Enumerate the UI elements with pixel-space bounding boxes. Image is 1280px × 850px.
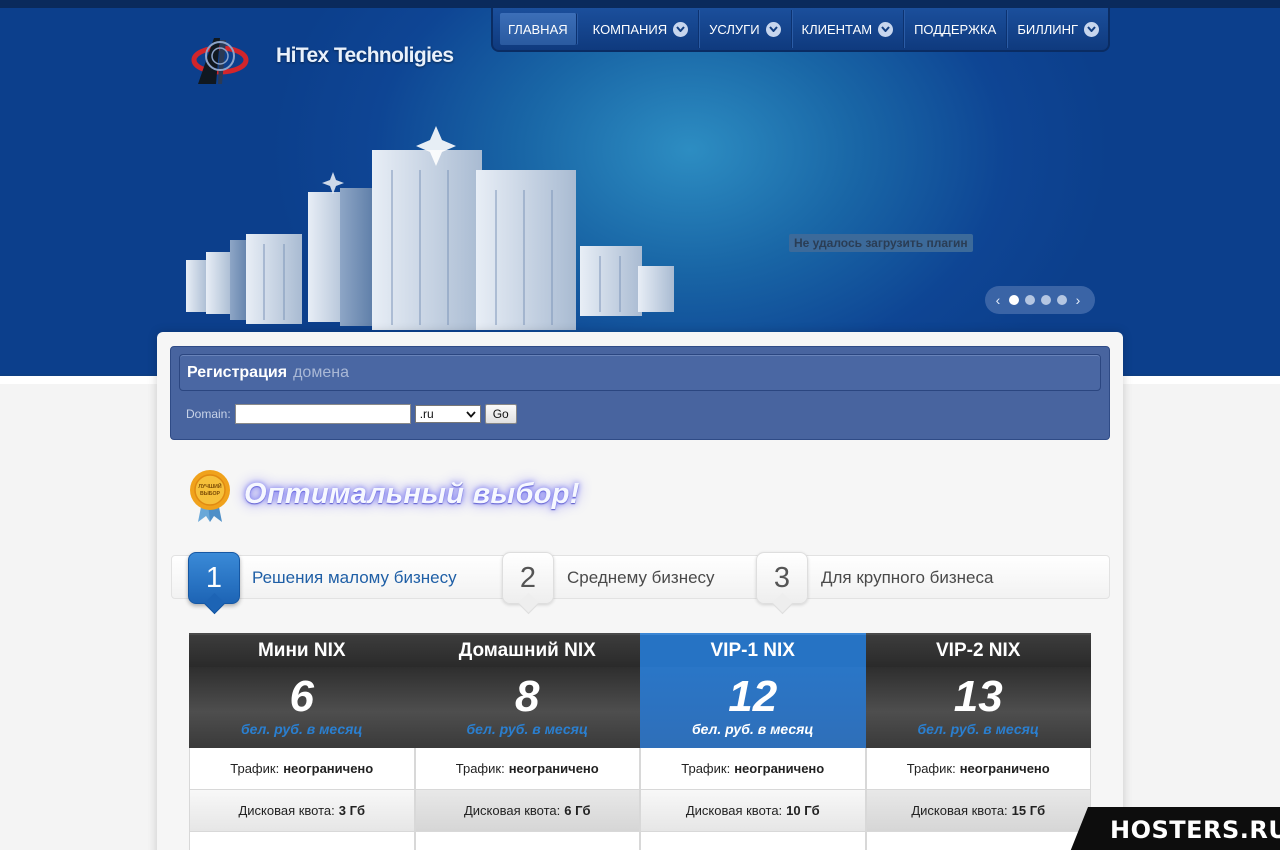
nav-item-billing[interactable]: БИЛЛИНГ — [1007, 10, 1109, 48]
price-unit: бел. руб. в месяц — [241, 721, 363, 737]
price-value: 8 — [515, 672, 540, 721]
feature-cell: Трафик: неограничено — [640, 748, 866, 790]
domain-registration-box: Регистрация домена Domain: .ru Go — [170, 346, 1110, 440]
domain-form: Domain: .ru Go — [186, 404, 517, 424]
chevron-down-icon — [466, 410, 476, 418]
chevron-down-icon — [673, 21, 689, 37]
domain-input[interactable] — [234, 404, 411, 424]
tab-label: Решения малому бизнесу — [252, 568, 457, 587]
slider-dot[interactable] — [1009, 295, 1019, 305]
feature-cell: Дисковая квота: 10 Гб — [640, 790, 866, 832]
price-unit: бел. руб. в месяц — [917, 721, 1039, 737]
slider-next-button[interactable]: › — [1073, 292, 1083, 308]
nav-label: УСЛУГИ — [709, 21, 760, 37]
tab-medium-business[interactable]: 2 Среднему бизнесу — [500, 552, 750, 604]
top-line — [0, 0, 1280, 8]
domain-zone-value: .ru — [419, 407, 434, 421]
company-logo — [191, 38, 249, 84]
plan-price: 13 бел. руб. в месяц — [865, 667, 1091, 748]
slider-dot[interactable] — [1057, 295, 1067, 305]
nav-label: БИЛЛИНГ — [1017, 21, 1079, 37]
feature-cell: Дисковая квота: 3 Гб — [189, 790, 415, 832]
nav-item-home[interactable]: ГЛАВНАЯ — [500, 13, 577, 45]
feature-cell: Трафик: неограничено — [865, 748, 1091, 790]
nav-item-clients[interactable]: КЛИЕНТАМ — [792, 10, 905, 48]
feature-cell — [640, 832, 866, 850]
feature-cell: Дисковая квота: 15 Гб — [865, 790, 1091, 832]
hosters-watermark: HOSTERS.RU — [1070, 807, 1280, 850]
plan-price: 6 бел. руб. в месяц — [189, 667, 415, 748]
brand-name: HiTex Technoligies — [276, 44, 454, 67]
plugin-error-message: Не удалось загрузить плагин — [789, 234, 973, 252]
plan-price: 12 бел. руб. в месяц — [640, 667, 866, 748]
tab-number: 1 — [188, 552, 240, 604]
business-tabs: 1 Решения малому бизнесу 2 Среднему бизн… — [171, 552, 1110, 604]
nav-item-services[interactable]: УСЛУГИ — [699, 10, 792, 48]
main-navigation: ГЛАВНАЯ КОМПАНИЯ УСЛУГИ КЛИЕНТАМ ПОДДЕРЖ… — [491, 8, 1110, 52]
domain-title-sub: домена — [293, 363, 349, 381]
feature-cell — [414, 832, 640, 850]
plan-name: VIP-2 NIX — [865, 633, 1091, 667]
svg-text:ЛУЧШИЙ: ЛУЧШИЙ — [198, 482, 221, 490]
slider-dot[interactable] — [1025, 295, 1035, 305]
feature-cell: Дисковая квота: 6 Гб — [414, 790, 640, 832]
price-value: 6 — [289, 672, 314, 721]
price-unit: бел. руб. в месяц — [466, 721, 588, 737]
feature-row-disk: Дисковая квота: 3 Гб Дисковая квота: 6 Гб … — [189, 790, 1091, 832]
plan-price: 8 бел. руб. в месяц — [414, 667, 640, 748]
pricing-table: Мини NIX Домашний NIX VIP-1 NIX VIP-2 NI… — [189, 633, 1091, 850]
tab-large-business[interactable]: 3 Для крупного бизнеса — [754, 552, 1054, 604]
nav-label: ПОДДЕРЖКА — [914, 21, 997, 37]
slider-controls: ‹ › — [985, 286, 1095, 314]
chevron-down-icon — [765, 21, 781, 37]
feature-cell — [189, 832, 415, 850]
servers-illustration — [186, 126, 674, 330]
price-value: 13 — [953, 672, 1003, 721]
promo-title: Оптимальный выбор! — [244, 478, 580, 510]
tab-label: Среднему бизнесу — [567, 568, 715, 587]
slider-dot[interactable] — [1041, 295, 1051, 305]
domain-label: Domain: — [186, 407, 231, 421]
chevron-down-icon — [878, 21, 894, 37]
nav-label: КЛИЕНТАМ — [801, 21, 873, 37]
feature-row-partial — [189, 832, 1091, 850]
nav-label: ГЛАВНАЯ — [508, 21, 568, 37]
chevron-down-icon — [1084, 21, 1100, 37]
domain-title-main: Регистрация — [187, 363, 288, 381]
feature-cell — [865, 832, 1091, 850]
nav-item-support[interactable]: ПОДДЕРЖКА — [904, 10, 1008, 48]
plan-names-row: Мини NIX Домашний NIX VIP-1 NIX VIP-2 NI… — [189, 633, 1091, 667]
best-choice-badge-icon: ЛУЧШИЙ ВЫБОР — [190, 470, 230, 522]
watermark-text: HOSTERS.RU — [1110, 815, 1280, 844]
price-value: 12 — [728, 672, 778, 721]
feature-row-traffic: Трафик: неограничено Трафик: неограничено … — [189, 748, 1091, 790]
feature-cell: Трафик: неограничено — [414, 748, 640, 790]
feature-cell: Трафик: неограничено — [189, 748, 415, 790]
tab-number: 2 — [502, 552, 554, 604]
nav-label: КОМПАНИЯ — [592, 21, 668, 37]
go-button[interactable]: Go — [484, 404, 517, 424]
tab-small-business[interactable]: 1 Решения малому бизнесу — [186, 552, 506, 604]
header-banner: HiTex Technoligies ГЛАВНАЯ КОМПАНИЯ УСЛУ… — [0, 0, 1280, 374]
tab-number: 3 — [756, 552, 808, 604]
nav-item-company[interactable]: КОМПАНИЯ — [583, 10, 700, 48]
price-unit: бел. руб. в месяц — [692, 721, 814, 737]
domain-zone-select[interactable]: .ru — [414, 405, 481, 423]
svg-text:ВЫБОР: ВЫБОР — [200, 491, 221, 497]
plan-prices-row: 6 бел. руб. в месяц 8 бел. руб. в месяц … — [189, 667, 1091, 748]
plan-name: Домашний NIX — [414, 633, 640, 667]
plan-name: Мини NIX — [189, 633, 415, 667]
slider-prev-button[interactable]: ‹ — [993, 292, 1003, 308]
domain-title-bar: Регистрация домена — [179, 354, 1101, 391]
plan-name: VIP-1 NIX — [640, 633, 866, 667]
tab-label: Для крупного бизнеса — [821, 568, 994, 587]
